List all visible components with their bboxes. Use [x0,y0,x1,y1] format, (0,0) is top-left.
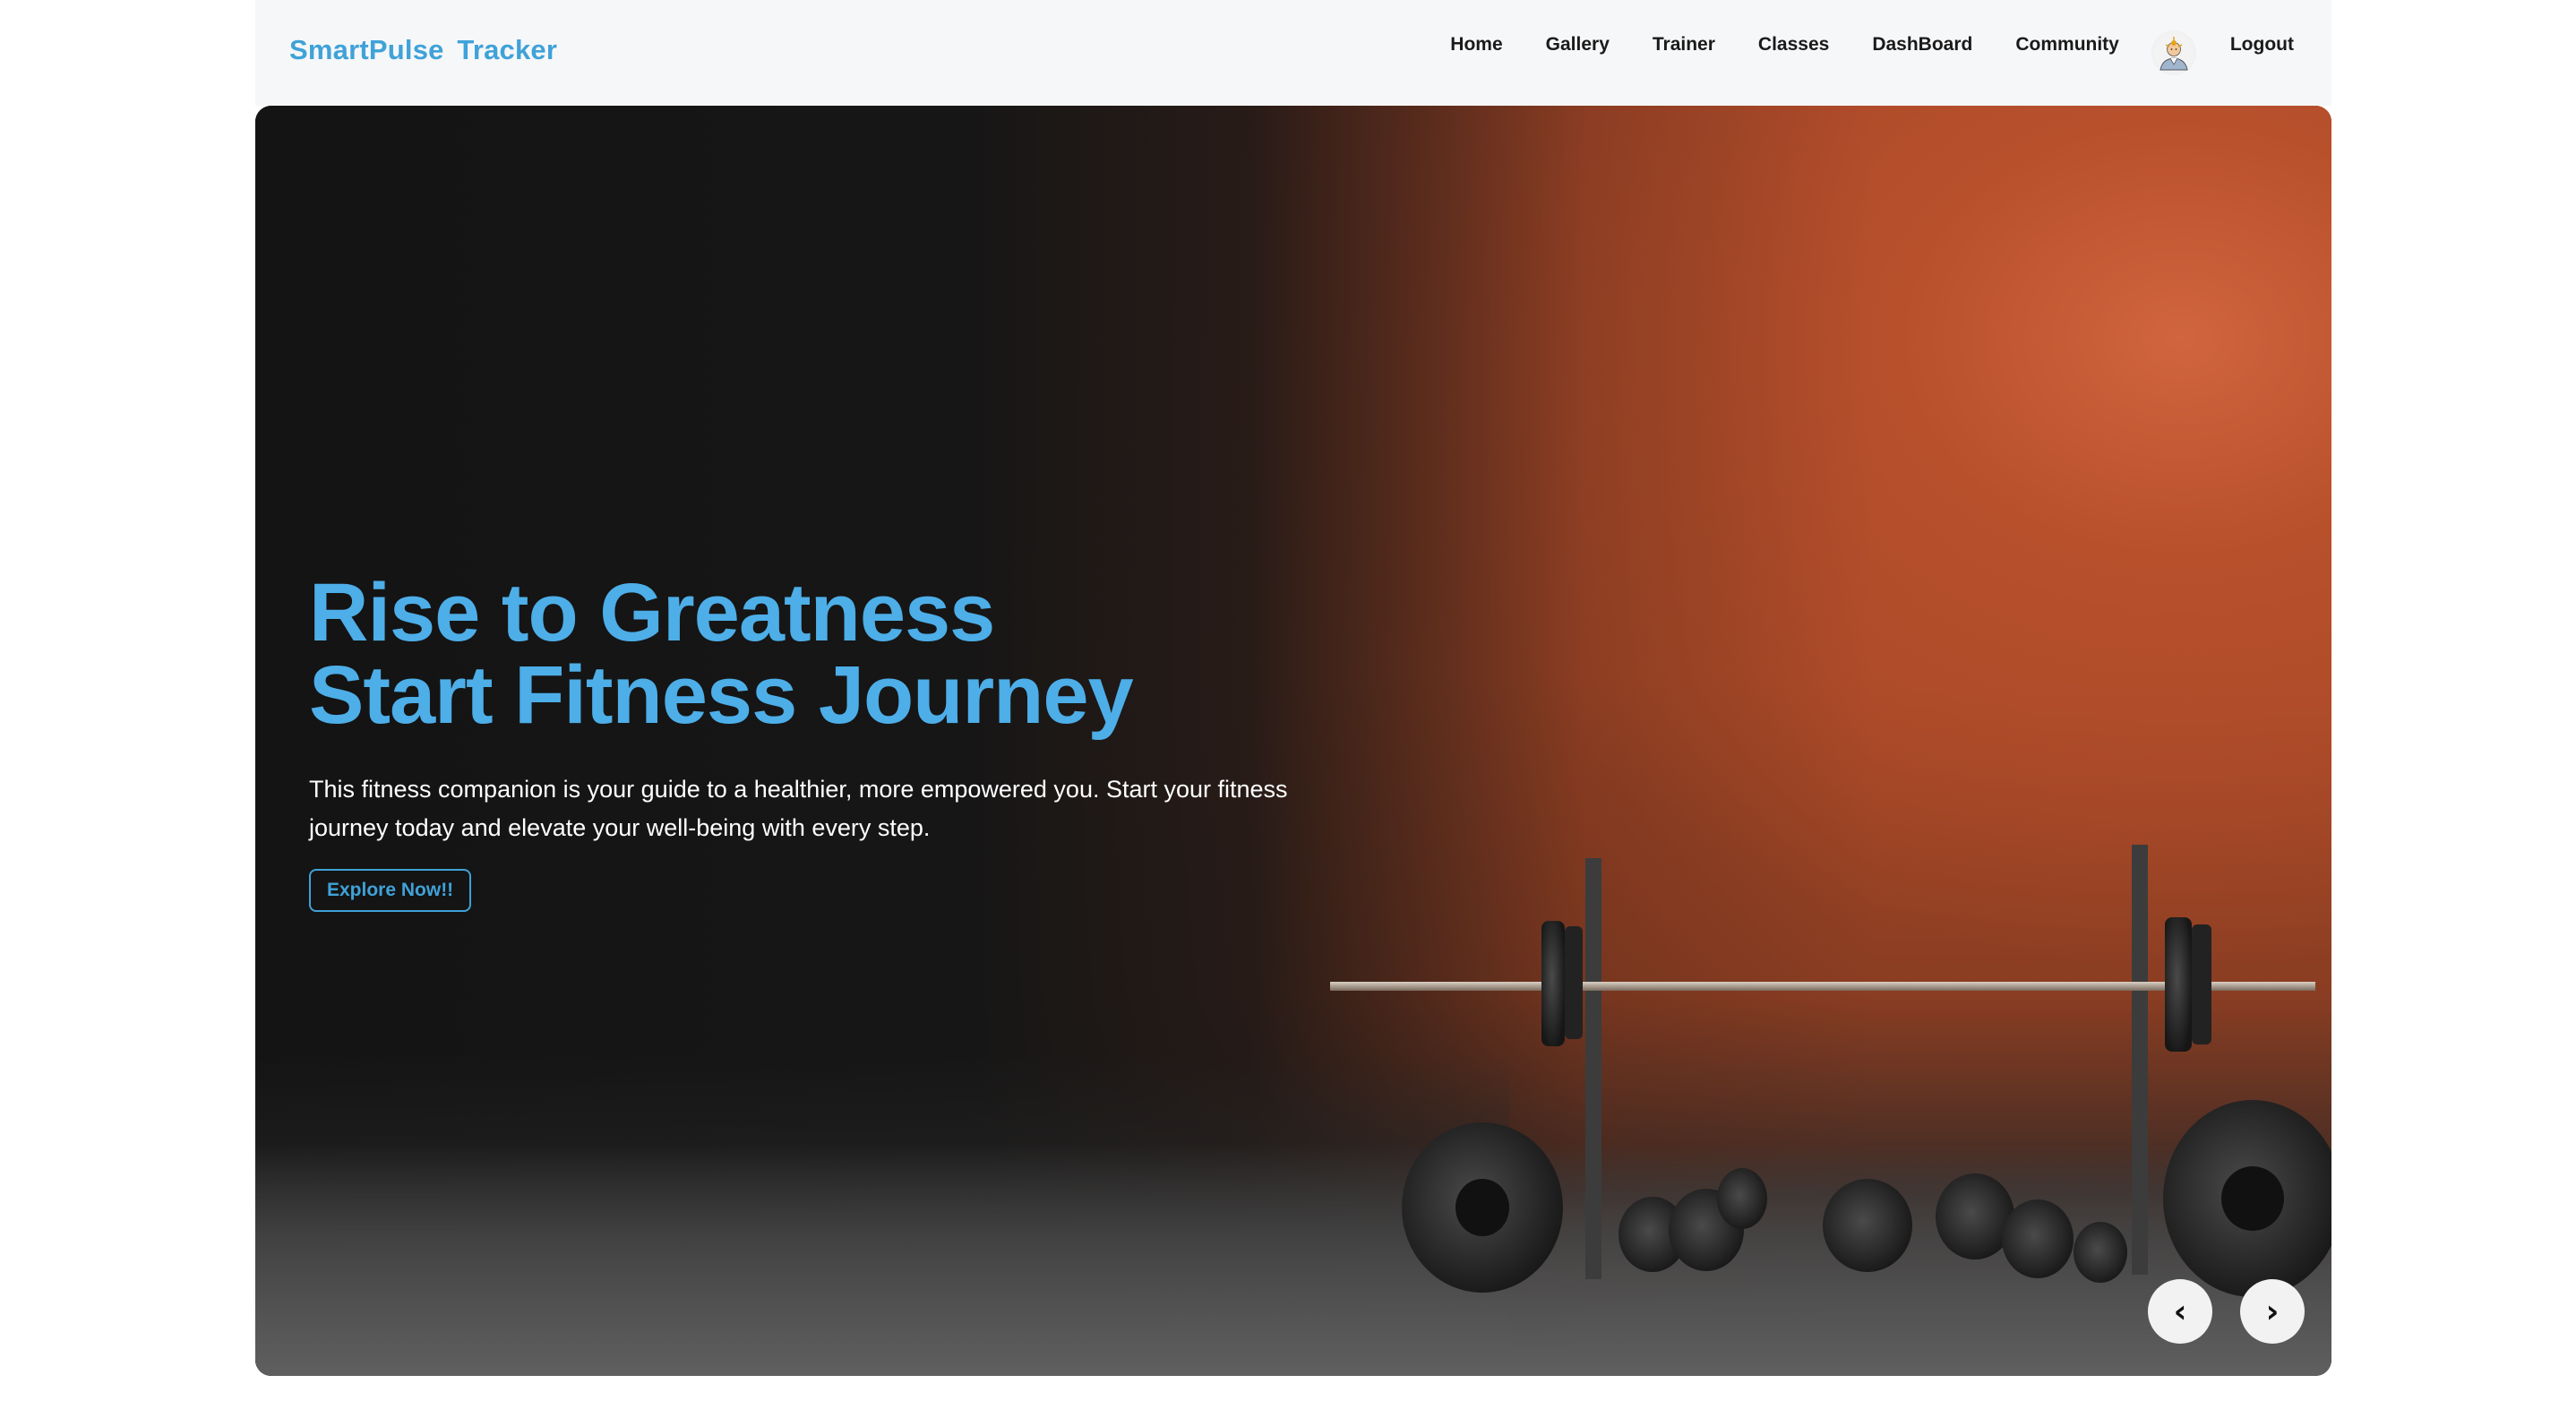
nav-links: Home Gallery Trainer Classes DashBoard C… [1450,0,2294,106]
hero-description: This fitness companion is your guide to … [309,776,1288,841]
explore-now-button[interactable]: Explore Now!! [309,869,472,912]
carousel-next-button[interactable]: › [2240,1279,2305,1344]
logout-link[interactable]: Logout [2230,34,2294,72]
hero-title-line2: Start Fitness Journey [309,649,1134,741]
nav-community[interactable]: Community [2015,34,2119,72]
user-avatar-icon[interactable] [2151,30,2196,75]
barbell-dumbbells-image [1330,845,2331,1297]
nav-dashboard[interactable]: DashBoard [1872,34,1972,72]
nav-trainer[interactable]: Trainer [1653,34,1715,72]
hero-title: Rise to Greatness Start Fitness Journey [309,567,1134,741]
page: SmartPulse Tracker Home Gallery Trainer … [255,0,2331,1401]
navbar: SmartPulse Tracker Home Gallery Trainer … [255,0,2331,106]
nav-classes[interactable]: Classes [1758,34,1829,72]
nav-gallery[interactable]: Gallery [1546,34,1610,72]
brand-logo[interactable]: SmartPulse Tracker [289,34,557,66]
nav-home[interactable]: Home [1450,34,1502,72]
hero-carousel: Rise to Greatness Start Fitness Journey … [255,106,2331,1376]
hero-title-line1: Rise to Greatness [309,567,995,658]
carousel-prev-button[interactable]: ‹ [2148,1279,2212,1344]
